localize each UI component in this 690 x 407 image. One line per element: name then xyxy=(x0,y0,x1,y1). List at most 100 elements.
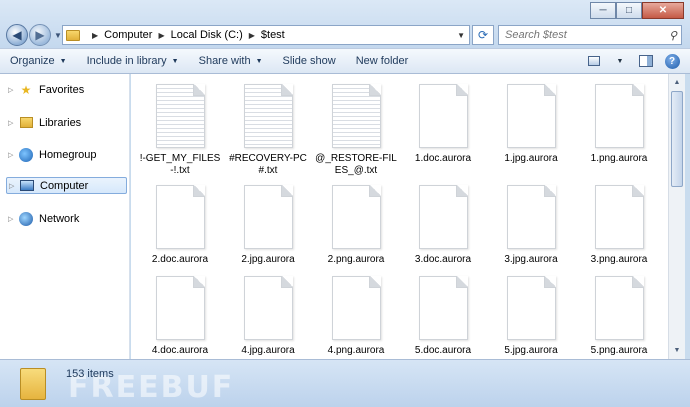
chevron-down-icon: ▼ xyxy=(59,57,67,65)
preview-pane-button[interactable] xyxy=(636,52,656,70)
text-file-icon xyxy=(243,84,293,148)
slide-show-button[interactable]: Slide show xyxy=(273,49,346,73)
file-item[interactable]: 2.png.aurora xyxy=(314,185,398,266)
include-in-library-menu[interactable]: Include in library ▼ xyxy=(77,49,189,73)
file-item[interactable]: 5.jpg.aurora xyxy=(489,276,573,357)
help-button[interactable]: ? xyxy=(662,52,682,70)
toolbar-right-controls: ▼ ? xyxy=(578,52,690,70)
include-in-library-label: Include in library xyxy=(86,55,167,67)
share-with-menu[interactable]: Share with ▼ xyxy=(189,49,273,73)
file-item[interactable]: !-GET_MY_FILES-!.txt xyxy=(138,84,222,177)
expand-arrow-icon[interactable]: ▷ xyxy=(8,119,18,127)
refresh-button[interactable]: ⟳ xyxy=(472,25,494,45)
blank-file-icon xyxy=(331,185,381,249)
sidebar-item-label: Favorites xyxy=(39,83,85,96)
scroll-down-icon[interactable]: ▼ xyxy=(669,342,685,358)
breadcrumb-separator-icon[interactable]: ▶ xyxy=(249,31,255,40)
breadcrumb-separator-icon[interactable]: ▶ xyxy=(92,31,98,40)
file-name: 3.doc.aurora xyxy=(414,254,472,265)
file-item[interactable]: 4.png.aurora xyxy=(314,276,398,357)
change-view-button[interactable] xyxy=(584,52,604,70)
file-item[interactable]: 2.jpg.aurora xyxy=(226,185,310,266)
blank-file-icon xyxy=(155,185,205,249)
blank-file-icon xyxy=(506,276,556,340)
search-icon[interactable]: ⚲ xyxy=(669,29,677,42)
title-bar: ─ □ ✕ ◀ ▶ ▼ ▶ Computer ▶ Local Disk (C:)… xyxy=(0,0,690,48)
file-item[interactable]: 4.jpg.aurora xyxy=(226,276,310,357)
search-input[interactable] xyxy=(505,29,655,41)
chevron-down-icon: ▼ xyxy=(171,57,179,65)
text-file-icon xyxy=(331,84,381,148)
file-item[interactable]: 1.doc.aurora xyxy=(401,84,485,165)
details-pane: FREEBUF 153 items xyxy=(0,359,690,407)
blank-file-icon xyxy=(243,276,293,340)
folder-icon xyxy=(20,368,46,400)
expand-arrow-icon[interactable]: ▷ xyxy=(9,182,19,190)
back-button[interactable]: ◀ xyxy=(6,24,28,46)
new-folder-button[interactable]: New folder xyxy=(346,49,419,73)
sidebar-item-network[interactable]: ▷ Network xyxy=(8,210,79,227)
navigation-pane: ▷ ★ Favorites ▷ Libraries ▷ Homegroup ▷ … xyxy=(0,74,130,359)
file-name: 2.png.aurora xyxy=(327,254,385,265)
breadcrumb-separator-icon[interactable]: ▶ xyxy=(158,31,164,40)
organize-label: Organize xyxy=(10,55,55,67)
vertical-scrollbar[interactable]: ▲ ▼ xyxy=(668,74,685,359)
expand-arrow-icon[interactable]: ▷ xyxy=(8,86,18,94)
file-name: 1.png.aurora xyxy=(590,153,648,164)
star-icon: ★ xyxy=(20,82,32,97)
sidebar-item-computer[interactable]: ▷ Computer xyxy=(6,177,127,194)
blank-file-icon xyxy=(594,276,644,340)
file-item[interactable]: 5.doc.aurora xyxy=(401,276,485,357)
sidebar-item-label: Libraries xyxy=(39,116,82,129)
forward-button[interactable]: ▶ xyxy=(29,24,51,46)
item-count: 153 items xyxy=(66,368,114,380)
scrollbar-thumb[interactable] xyxy=(671,91,683,187)
help-icon: ? xyxy=(664,53,680,69)
breadcrumb-test-folder[interactable]: $test xyxy=(261,29,285,41)
file-item[interactable]: @_RESTORE-FILES_@.txt xyxy=(314,84,398,177)
file-item[interactable]: 3.jpg.aurora xyxy=(489,185,573,266)
view-icon xyxy=(588,56,600,66)
sidebar-item-favorites[interactable]: ▷ ★ Favorites xyxy=(8,81,84,98)
expand-arrow-icon[interactable]: ▷ xyxy=(8,215,18,223)
scroll-up-icon[interactable]: ▲ xyxy=(669,74,685,90)
file-name: 5.png.aurora xyxy=(590,345,648,356)
file-item[interactable]: #RECOVERY-PC#.txt xyxy=(226,84,310,177)
libraries-icon xyxy=(18,116,34,130)
file-item[interactable]: 5.png.aurora xyxy=(577,276,661,357)
search-box[interactable]: ⚲ xyxy=(498,25,682,45)
view-options-dropdown[interactable]: ▼ xyxy=(610,52,630,70)
share-with-label: Share with xyxy=(198,55,251,67)
file-item[interactable]: 3.doc.aurora xyxy=(401,185,485,266)
sidebar-item-label: Computer xyxy=(40,179,89,192)
preview-pane-icon xyxy=(639,55,653,67)
file-item[interactable]: 1.png.aurora xyxy=(577,84,661,165)
breadcrumb: ▶ Computer ▶ Local Disk (C:) ▶ $test xyxy=(86,29,285,41)
address-bar[interactable]: ▶ Computer ▶ Local Disk (C:) ▶ $test ▼ xyxy=(62,25,470,45)
command-bar: Organize ▼ Include in library ▼ Share with… xyxy=(0,48,690,74)
expand-arrow-icon[interactable]: ▷ xyxy=(8,151,18,159)
sidebar-item-libraries[interactable]: ▷ Libraries xyxy=(8,114,81,131)
refresh-icon: ⟳ xyxy=(477,28,489,42)
blank-file-icon xyxy=(594,84,644,148)
breadcrumb-computer[interactable]: Computer xyxy=(104,29,152,41)
forward-arrow-icon: ▶ xyxy=(35,28,45,42)
address-history-dropdown-icon[interactable]: ▼ xyxy=(453,31,469,40)
blank-file-icon xyxy=(155,276,205,340)
blank-file-icon xyxy=(506,185,556,249)
organize-menu[interactable]: Organize ▼ xyxy=(0,49,77,73)
sidebar-item-homegroup[interactable]: ▷ Homegroup xyxy=(8,146,96,163)
breadcrumb-local-disk[interactable]: Local Disk (C:) xyxy=(171,29,243,41)
chevron-down-icon: ▼ xyxy=(616,57,624,65)
recent-pages-dropdown-icon[interactable]: ▼ xyxy=(54,31,62,40)
computer-icon xyxy=(19,179,35,193)
close-button[interactable]: ✕ xyxy=(642,2,684,19)
file-item[interactable]: 1.jpg.aurora xyxy=(489,84,573,165)
file-item[interactable]: 2.doc.aurora xyxy=(138,185,222,266)
chevron-down-icon: ▼ xyxy=(255,57,263,65)
file-name: 2.jpg.aurora xyxy=(241,254,295,265)
maximize-button[interactable]: □ xyxy=(616,2,642,19)
file-item[interactable]: 3.png.aurora xyxy=(577,185,661,266)
minimize-button[interactable]: ─ xyxy=(590,2,616,19)
file-item[interactable]: 4.doc.aurora xyxy=(138,276,222,357)
